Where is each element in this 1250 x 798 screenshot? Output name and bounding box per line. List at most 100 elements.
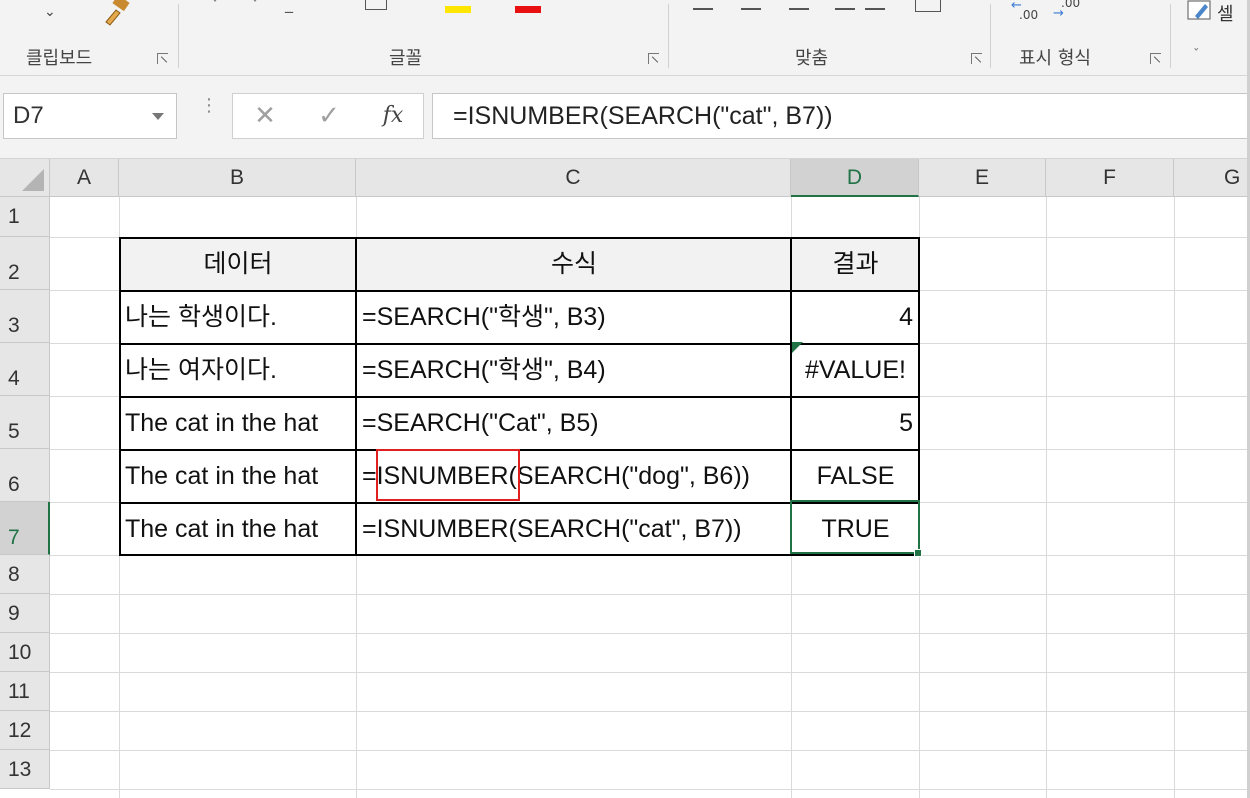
select-all-icon — [22, 169, 44, 191]
row-header-8[interactable]: 8 — [0, 555, 50, 594]
formula-buttons: ✕ ✓ fx — [232, 93, 424, 139]
alignment-launcher-icon[interactable] — [970, 52, 984, 66]
gridline — [1046, 197, 1047, 798]
cell-b5[interactable]: The cat in the hat — [120, 397, 356, 449]
table-border — [355, 237, 357, 556]
gridline — [50, 789, 1250, 790]
row-header-4[interactable]: 4 — [0, 343, 50, 396]
font-size-tick-icon[interactable]: ˇ — [252, 0, 258, 12]
gridline — [50, 594, 1250, 595]
row-header-2[interactable]: 2 — [0, 237, 50, 290]
formula-input[interactable]: =ISNUMBER(SEARCH("cat", B7)) — [432, 93, 1250, 139]
cell-d6[interactable]: FALSE — [792, 450, 919, 502]
row-header-13[interactable]: 13 — [0, 750, 50, 789]
spreadsheet-grid: A B C D E F G 1 2 3 4 5 6 7 8 9 10 11 12… — [0, 158, 1250, 798]
row-header-6[interactable]: 6 — [0, 449, 50, 502]
cell-d3[interactable]: 4 — [792, 291, 919, 343]
merge-center-icon[interactable] — [915, 0, 941, 12]
column-header-c[interactable]: C — [356, 159, 791, 197]
alignment-group: 맞춤 — [669, 0, 990, 75]
active-cell-selection — [790, 500, 920, 554]
cell-d4[interactable]: #VALUE! — [792, 344, 919, 396]
clipboard-launcher-icon[interactable] — [156, 52, 170, 66]
cell-d2[interactable]: 결과 — [792, 238, 919, 290]
align-left-icon[interactable] — [693, 8, 713, 10]
styles-tick-icon: ˇ — [1193, 48, 1200, 63]
font-group: ˇ ˇ _ ᅟ 글꼴 — [179, 0, 668, 75]
error-indicator-icon[interactable] — [792, 342, 803, 353]
number-group: ← .00 → .00 표시 형식 — [991, 0, 1169, 75]
table-border — [119, 237, 121, 556]
border-icon[interactable] — [365, 0, 387, 10]
cell-b6[interactable]: The cat in the hat — [120, 450, 356, 502]
cell-style-label[interactable]: 셀 — [1217, 0, 1234, 26]
gridline — [50, 633, 1250, 634]
table-border — [119, 396, 920, 398]
decrease-indent-icon[interactable] — [835, 8, 855, 10]
column-header-e[interactable]: E — [919, 159, 1046, 197]
cell-style-icon[interactable] — [1187, 0, 1213, 22]
row-header-7[interactable]: 7 — [0, 502, 50, 555]
column-header-d[interactable]: D — [791, 159, 919, 197]
clipboard-group-label: 클립보드 — [26, 48, 93, 69]
column-header-b[interactable]: B — [119, 159, 356, 197]
phonetic-icon[interactable]: ᅟ — [613, 0, 626, 16]
cell-b4[interactable]: 나는 여자이다. — [120, 344, 356, 396]
row-header-1[interactable]: 1 — [0, 197, 50, 237]
styles-group: 셀 ˇ — [1171, 0, 1250, 75]
cell-d5[interactable]: 5 — [792, 397, 919, 449]
isnumber-highlight-box — [376, 449, 520, 501]
enter-icon[interactable]: ✓ — [309, 94, 349, 138]
column-header-a[interactable]: A — [50, 159, 119, 197]
column-header-g[interactable]: G — [1174, 159, 1250, 197]
font-dropdown-tick-icon[interactable]: ˇ — [212, 0, 218, 12]
align-right-icon[interactable] — [789, 8, 809, 10]
table-border — [119, 237, 920, 239]
gridline — [50, 711, 1250, 712]
font-launcher-icon[interactable] — [647, 52, 661, 66]
align-center-icon[interactable] — [741, 8, 761, 10]
format-painter-icon[interactable] — [100, 0, 134, 26]
cell-c4[interactable]: =SEARCH("학생", B4) — [357, 344, 791, 396]
ribbon: ⌄ 클립보드 ˇ ˇ _ ᅟ 글꼴 맞춤 ← .00 → .00 표시 형식 셀… — [0, 0, 1250, 76]
increase-decimal-label: .00 — [1019, 8, 1039, 22]
name-box[interactable]: D7 — [3, 93, 177, 139]
clipboard-group: ⌄ 클립보드 — [0, 0, 178, 75]
cell-b3[interactable]: 나는 학생이다. — [120, 291, 356, 343]
insert-function-icon[interactable]: fx — [373, 94, 413, 138]
select-all-button[interactable] — [0, 159, 50, 197]
formula-bar-grip-icon[interactable]: ⋮ — [200, 97, 218, 115]
table-border — [119, 290, 920, 292]
underline-icon[interactable]: _ — [285, 0, 293, 13]
gridline — [50, 672, 1250, 673]
row-header-5[interactable]: 5 — [0, 396, 50, 449]
highlight-color-icon[interactable] — [445, 6, 471, 13]
decrease-decimal-label: .00 — [1061, 0, 1081, 10]
alignment-group-label: 맞춤 — [795, 48, 829, 69]
chevron-down-icon[interactable]: ⌄ — [44, 4, 56, 20]
increase-indent-icon[interactable] — [865, 8, 885, 10]
column-header-f[interactable]: F — [1046, 159, 1174, 197]
gridline — [1174, 197, 1175, 798]
cell-c5[interactable]: =SEARCH("Cat", B5) — [357, 397, 791, 449]
name-box-value: D7 — [13, 102, 44, 129]
row-header-3[interactable]: 3 — [0, 290, 50, 343]
cell-c7[interactable]: =ISNUMBER(SEARCH("cat", B7)) — [357, 503, 791, 555]
gridline — [50, 750, 1250, 751]
cell-b2[interactable]: 데이터 — [120, 238, 356, 290]
formula-bar: D7 ⋮ ✕ ✓ fx =ISNUMBER(SEARCH("cat", B7)) — [0, 76, 1250, 158]
table-border — [119, 554, 920, 556]
row-header-12[interactable]: 12 — [0, 711, 50, 750]
fill-handle[interactable] — [914, 549, 922, 557]
row-header-9[interactable]: 9 — [0, 594, 50, 633]
cell-c2[interactable]: 수식 — [357, 238, 791, 290]
cell-c3[interactable]: =SEARCH("학생", B3) — [357, 291, 791, 343]
row-header-11[interactable]: 11 — [0, 672, 50, 711]
name-box-dropdown-icon[interactable] — [152, 113, 164, 120]
font-group-label: 글꼴 — [389, 48, 423, 69]
font-color-icon[interactable] — [515, 6, 541, 13]
cell-b7[interactable]: The cat in the hat — [120, 503, 356, 555]
number-launcher-icon[interactable] — [1149, 52, 1163, 66]
cancel-icon[interactable]: ✕ — [245, 94, 285, 138]
row-header-10[interactable]: 10 — [0, 633, 50, 672]
